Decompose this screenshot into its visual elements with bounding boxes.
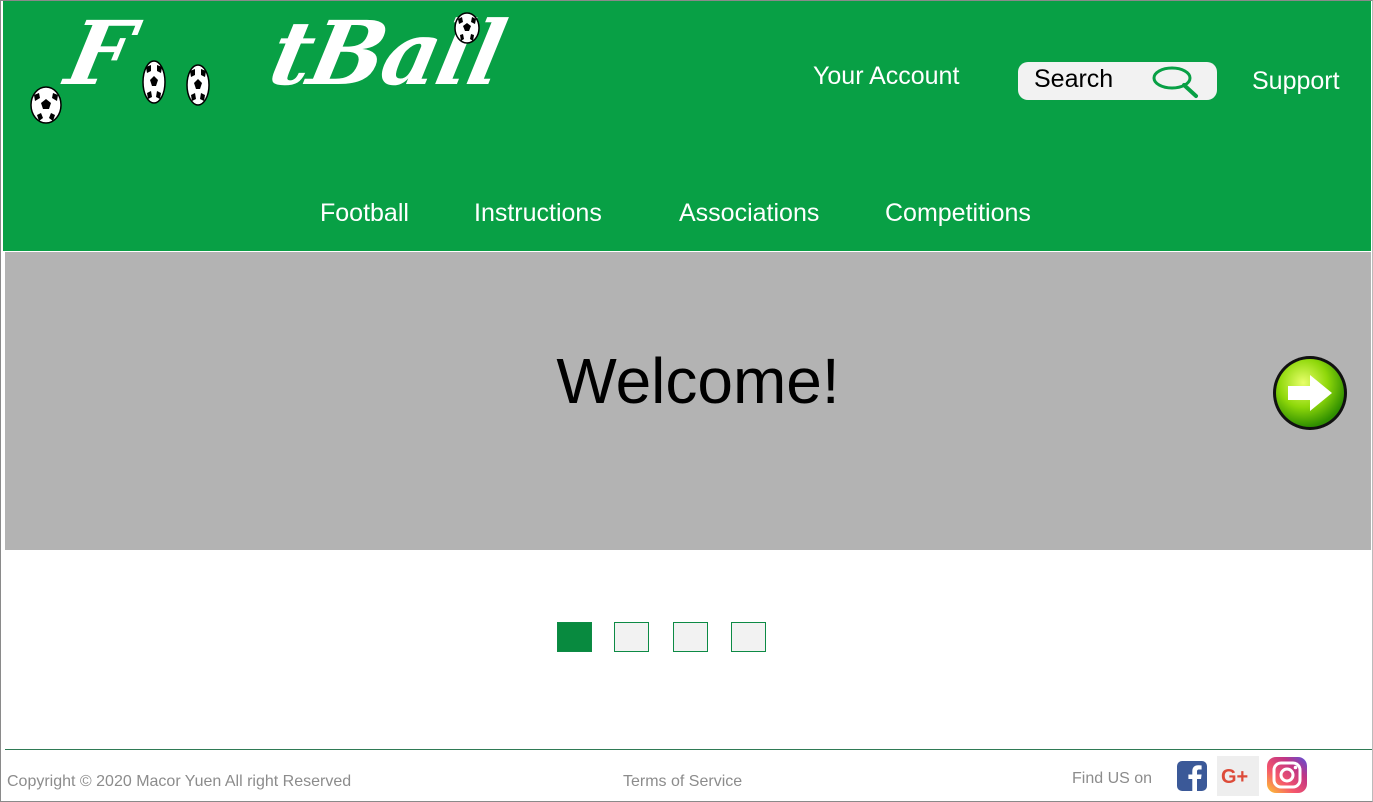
- nav-item-competitions[interactable]: Competitions: [885, 199, 1031, 228]
- soccer-ball-icon: [142, 60, 166, 104]
- google-plus-icon[interactable]: G+: [1217, 756, 1259, 796]
- terms-of-service-link[interactable]: Terms of Service: [623, 773, 742, 791]
- site-logo[interactable]: F tBall: [25, 1, 513, 137]
- welcome-heading: Welcome!: [556, 345, 840, 417]
- footer-divider: [5, 749, 1372, 750]
- site-header: F tBall Your Account Search Support Foot…: [3, 1, 1371, 251]
- soccer-ball-icon: [186, 64, 210, 106]
- slide-dot-2[interactable]: [614, 622, 649, 652]
- soccer-ball-icon: [454, 12, 480, 44]
- search-box[interactable]: Search: [1018, 62, 1217, 100]
- soccer-ball-icon: [30, 86, 62, 124]
- page-frame: F tBall Your Account Search Support Foot…: [0, 0, 1373, 802]
- copyright-text: Copyright © 2020 Macor Yuen All right Re…: [7, 773, 352, 790]
- slide-dot-1[interactable]: [557, 622, 592, 652]
- your-account-link[interactable]: Your Account: [813, 62, 959, 91]
- facebook-icon[interactable]: [1176, 760, 1208, 792]
- arrow-right-icon[interactable]: [1270, 353, 1350, 433]
- find-us-label: Find US on: [1072, 770, 1153, 787]
- nav-item-instructions[interactable]: Instructions: [474, 199, 602, 228]
- slide-dot-3[interactable]: [673, 622, 708, 652]
- slide-dot-4[interactable]: [731, 622, 766, 652]
- nav-item-football[interactable]: Football: [320, 199, 409, 228]
- welcome-banner: Welcome!: [5, 252, 1371, 550]
- instagram-icon[interactable]: [1266, 756, 1308, 794]
- logo-wordmark: F tBall: [57, 1, 513, 105]
- nav-item-associations[interactable]: Associations: [679, 199, 819, 228]
- search-label[interactable]: Search: [1034, 65, 1113, 94]
- search-icon[interactable]: [1150, 65, 1200, 99]
- support-link[interactable]: Support: [1252, 67, 1340, 96]
- svg-text:G+: G+: [1221, 766, 1248, 788]
